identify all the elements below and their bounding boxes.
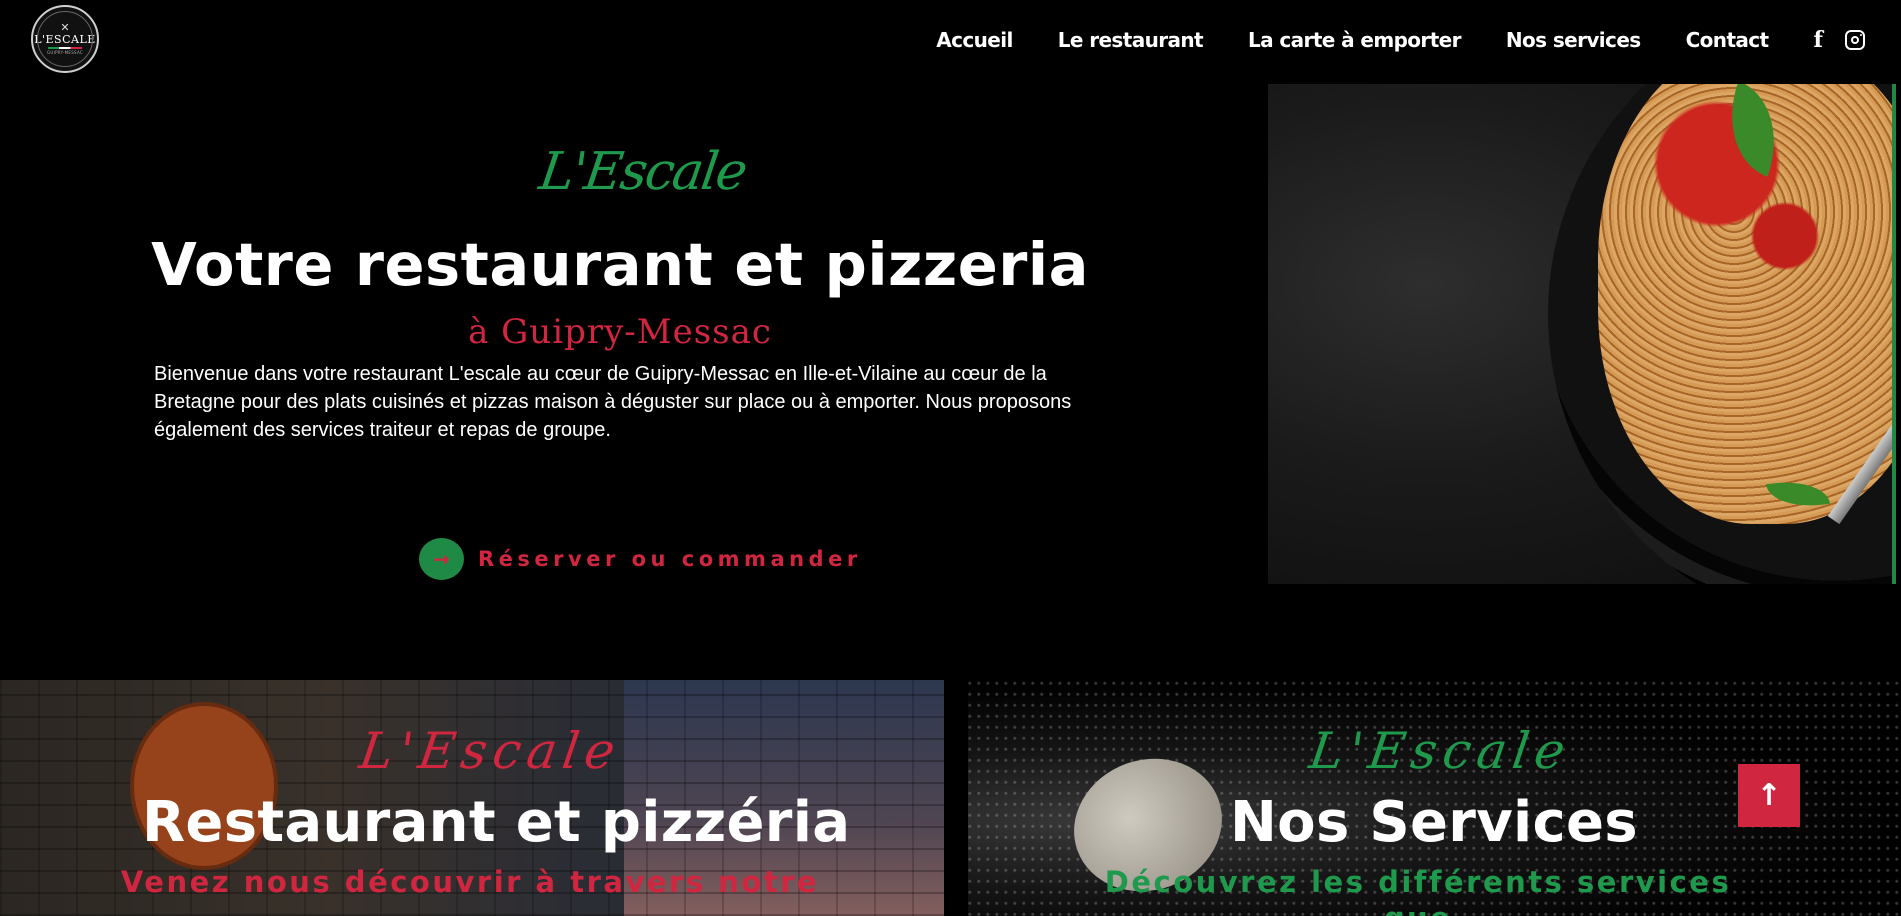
scroll-to-top-button[interactable]: ↑ — [1738, 764, 1800, 827]
hero-script-title: L'Escale — [535, 142, 750, 202]
logo-ring — [37, 11, 93, 67]
services-card-script: L'Escale — [1305, 722, 1575, 780]
image-edge — [1892, 84, 1896, 584]
main-nav: Accueil Le restaurant La carte à emporte… — [936, 26, 1901, 54]
social-links: f — [1814, 27, 1865, 53]
instagram-icon[interactable] — [1845, 30, 1865, 50]
restaurant-card-subtitle: Venez nous découvrir à travers notre — [120, 865, 820, 899]
nav-contact[interactable]: Contact — [1686, 28, 1770, 52]
restaurant-card[interactable]: L'Escale Restaurant et pizzéria Venez no… — [0, 680, 944, 916]
restaurant-card-title: Restaurant et pizzéria — [142, 790, 851, 855]
hero-title: Votre restaurant et pizzeria — [151, 230, 1089, 299]
restaurant-card-script: L'Escale — [355, 722, 625, 780]
services-card-title: Nos Services — [1230, 790, 1638, 855]
reserve-order-label[interactable]: Réserver ou commander — [478, 547, 862, 571]
facebook-icon[interactable]: f — [1814, 27, 1823, 53]
arrow-up-icon[interactable]: ↑ — [1756, 778, 1781, 813]
nav-le-restaurant[interactable]: Le restaurant — [1058, 28, 1204, 52]
hero-description: Bienvenue dans votre restaurant L'escale… — [154, 363, 1072, 441]
nav-carte-emporter[interactable]: La carte à emporter — [1248, 28, 1461, 52]
services-card-subtitle: Découvrez les différents services que — [1104, 865, 1732, 916]
site-logo[interactable]: ✕ L'ESCALE GUIPRY-MESSAC — [31, 5, 99, 73]
pasta-dish-image — [1268, 84, 1896, 584]
reserve-order-button[interactable]: → Réserver ou commander — [419, 538, 862, 580]
nav-nos-services[interactable]: Nos services — [1506, 28, 1641, 52]
nav-accueil[interactable]: Accueil — [936, 28, 1013, 52]
arrow-right-icon[interactable]: → — [419, 538, 464, 580]
hero-subtitle: à Guipry-Messac — [468, 312, 772, 352]
